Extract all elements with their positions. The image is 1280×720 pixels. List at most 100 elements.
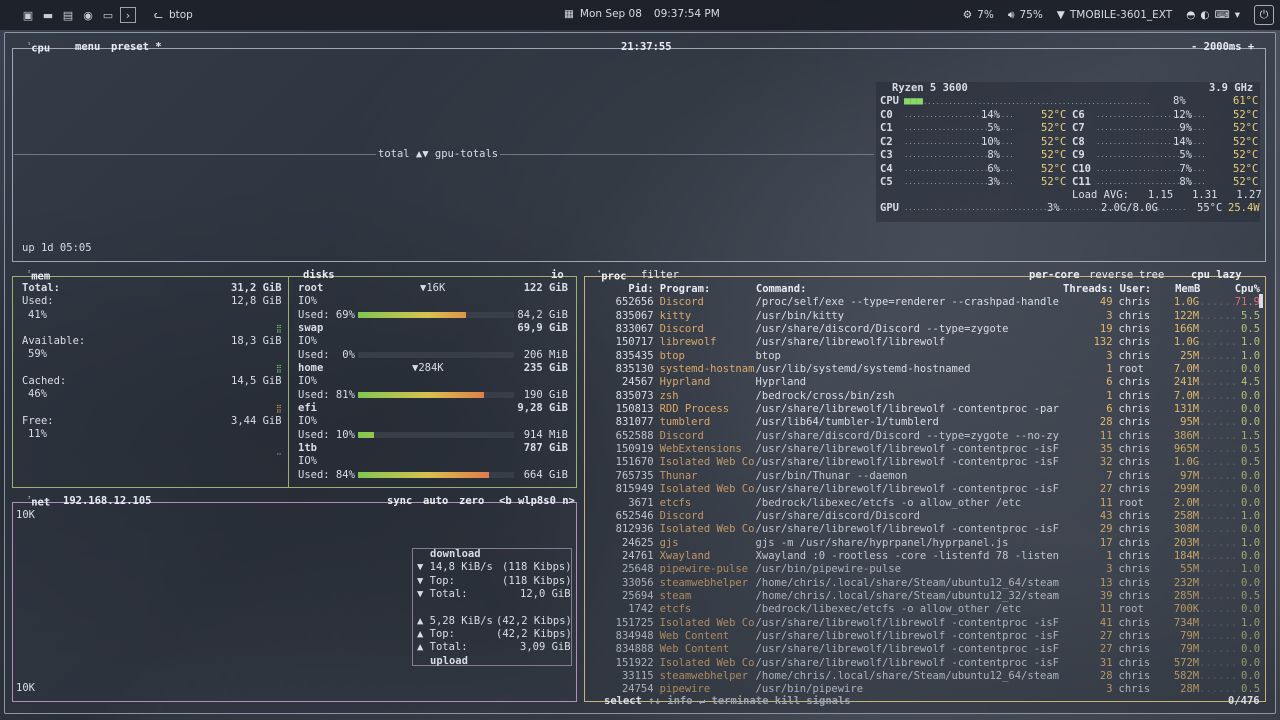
disk-name[interactable]: efi [298,402,317,415]
table-row[interactable]: 151922 Isolated Web Co/usr/share/librewol… [596,657,1260,670]
terminate-button[interactable]: terminate [712,695,769,707]
command-cell: /usr/share/librewolf/librewolf [755,336,946,349]
select-button[interactable]: select [604,695,642,707]
net-interface-selector[interactable]: <b wlp8s0 n> [499,495,575,507]
table-row[interactable]: 150717 librewolf/usr/share/librewolf/libr… [596,336,1260,349]
top-panel: ▣ ▬ ▤ ◉ ▭ › ᓚ btop ▦ Mon Sep 08 09:37:54… [0,0,1280,30]
disks-title[interactable]: disks [303,269,335,281]
info-button[interactable]: info [667,695,692,707]
table-row[interactable]: 834948 Web Content/usr/share/librewolf/li… [596,630,1260,643]
tree-toggle[interactable]: tree [1139,269,1164,281]
header-program[interactable]: Program: [654,283,756,296]
console-icon[interactable]: › [120,7,136,23]
disk-name[interactable]: 1tb [298,442,317,455]
cpu-title[interactable]: ¹cpu [27,41,50,55]
user-cell: chris [1118,656,1151,669]
header-cpu[interactable]: Cpu% [1233,283,1260,296]
io-toggle[interactable]: io [551,269,564,281]
table-row[interactable]: 835073 zsh/bedrock/cross/bin/zsh 1 chris 7.0… [596,390,1260,403]
table-row[interactable]: 33115 steamwebhelper/home/chris/.local/sh… [596,670,1260,683]
folder-open-icon[interactable]: ▭ [100,7,116,23]
table-row[interactable]: 24761 Xwayland Xwayland :0 -rootless -core… [596,550,1260,563]
table-row[interactable]: 834888 Web Content/usr/share/librewolf/li… [596,643,1260,656]
table-row[interactable]: 25694 steam/home/chris/.local/share/Steam… [596,590,1260,603]
mem-title[interactable]: ²mem [27,269,50,283]
power-button[interactable]: ⏻ [1254,5,1274,25]
steam-tray-icon[interactable]: ◐ [1200,9,1209,21]
files-icon[interactable]: ▤ [60,7,76,23]
disk-name[interactable]: swap [298,322,323,335]
table-row[interactable]: 833067 Discord/usr/share/discord/Discord … [596,323,1260,336]
table-row[interactable]: 812936 Isolated Web Co/usr/share/librewol… [596,523,1260,536]
kill-button[interactable]: kill [775,695,800,707]
table-row[interactable]: 1742 etcfs/bedrock/libexec/etcfs -o allow… [596,603,1260,616]
disk-name[interactable]: home [298,362,323,375]
header-command[interactable]: Command: [756,283,1060,296]
sort-selector[interactable]: cpu lazy [1191,269,1242,281]
threads-cell: 11 [1099,496,1113,509]
user-cell: chris [1118,456,1151,469]
disk-name[interactable]: root [298,282,323,295]
pid-cell: 835067 [615,309,654,322]
table-row[interactable]: 151670 Isolated Web Co/usr/share/librewol… [596,456,1260,469]
brightness-widget[interactable]: ⚙ 7% [963,9,994,21]
core-pct: 5% [987,122,1000,135]
user-cell: chris [1118,549,1151,562]
table-row[interactable]: 24625 gjs gjs -m /usr/share/hyprpanel/hypr… [596,537,1260,550]
table-row[interactable]: 150813 RDD Process/usr/share/librewolf/li… [596,403,1260,416]
per-core-toggle[interactable]: per-core [1029,269,1080,281]
mem-cell: 582M [1173,669,1200,682]
update-interval[interactable]: - 2000ms + [1191,41,1254,53]
net-auto-toggle[interactable]: auto [423,495,448,507]
table-row[interactable]: 25648 pipewire-pulse/usr/bin/pipewire-pul… [596,563,1260,576]
table-row[interactable]: 815949 Isolated Web Co/usr/share/librewol… [596,483,1260,496]
table-row[interactable]: 150919 WebExtensions/usr/share/librewolf/… [596,443,1260,456]
disk-used-label: Used: 81% [298,388,355,401]
table-row[interactable]: 3671 etcfs/bedrock/libexec/etcfs -o allow… [596,497,1260,510]
cpu-menu-button[interactable]: menu [75,41,100,53]
steam-icon[interactable]: ◉ [80,7,96,23]
table-row[interactable]: 33056 steamwebhelper/home/chris/.local/sh… [596,577,1260,590]
table-row[interactable]: 151725 Isolated Web Co/usr/share/librewol… [596,617,1260,630]
tray-expand-icon[interactable]: ▾ [1235,9,1240,21]
process-scrollbar[interactable] [1259,294,1263,308]
wifi-widget[interactable]: ▼ TMOBILE-3601_EXT [1057,9,1172,21]
program-cell: Isolated Web Co [659,483,755,496]
volume-widget[interactable]: 🔊︎ 75% [1008,9,1043,22]
core-pct: 14% [1173,135,1192,148]
signals-button[interactable]: signals [806,695,850,707]
reverse-toggle[interactable]: reverse [1089,269,1133,281]
table-row[interactable]: 835130 systemd-hostnam/usr/lib/systemd/sy… [596,363,1260,376]
mem-cell: 965M [1173,443,1200,456]
net-zero-toggle[interactable]: zero [459,495,484,507]
table-row[interactable]: 652656 Discord/proc/self/exe --type=rende… [596,296,1260,309]
cpu-graph-cell: ...... [1199,589,1238,602]
discord-tray-icon[interactable]: ◓ [1186,9,1195,21]
graph-label[interactable]: total ▲▼ gpu-totals [376,148,501,162]
header-threads[interactable]: Threads: [1060,283,1114,296]
terminal-icon[interactable]: ▣ [20,7,36,23]
table-row[interactable]: 835435 btop btop 3 chris 25M...... 1.0 [596,350,1260,363]
table-row[interactable]: 652588 Discord/usr/share/discord/Discord … [596,430,1260,443]
clock-widget[interactable]: ▦ Mon Sep 08 09:37:54 PM [564,8,720,20]
table-row[interactable]: 652546 Discord/usr/share/discord/Discord 4… [596,510,1260,523]
active-window[interactable]: ᓚ btop [154,9,193,21]
table-row[interactable]: 835067 kitty/usr/bin/kitty 3 chris 122M.....… [596,310,1260,323]
user-cell: chris [1118,416,1151,429]
net-title[interactable]: ³net [27,495,50,509]
net-sync-toggle[interactable]: sync [387,495,412,507]
folder-icon[interactable]: ▬ [40,7,56,23]
header-user[interactable]: User: [1114,283,1166,296]
proc-filter[interactable]: filter [641,269,679,281]
cpu-cell: 1.5 [1241,429,1260,442]
table-row[interactable]: 765735 Thunar/usr/bin/Thunar --daemon 7 chr… [596,470,1260,483]
header-mem[interactable]: MemB [1166,283,1200,296]
net-scale-bottom: 10K [16,682,35,694]
keyboard-tray-icon[interactable]: ⌨ [1215,9,1230,21]
proc-title[interactable]: ⁴proc [597,269,627,283]
header-pid[interactable]: Pid: [596,283,653,296]
cpu-preset-button[interactable]: preset * [111,41,162,53]
table-row[interactable]: 831077 tumblerd/usr/lib64/tumbler-1/tumbl… [596,416,1260,429]
volume-value: 75% [1019,9,1043,21]
table-row[interactable]: 24567 Hyprland Hyprland 6 chris 241M...... 4.5 [596,376,1260,389]
